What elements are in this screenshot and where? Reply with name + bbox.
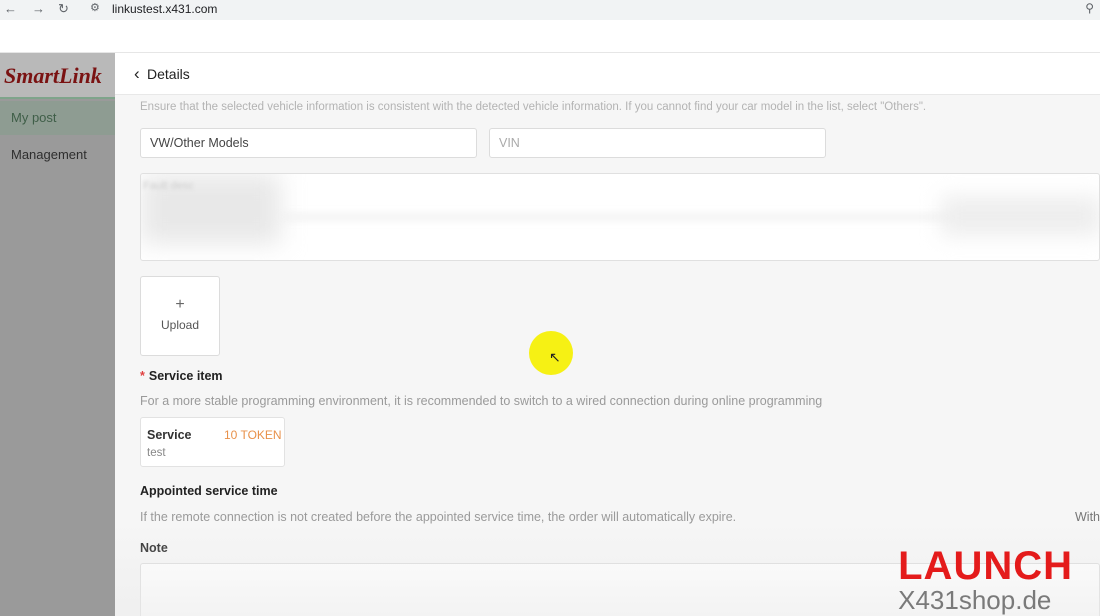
logo: SmartLink bbox=[0, 53, 115, 99]
service-name: Service bbox=[147, 428, 192, 442]
upload-label: Upload bbox=[160, 318, 200, 332]
appointed-time-hint: If the remote connection is not created … bbox=[140, 510, 737, 524]
blur-overlay bbox=[941, 196, 1099, 236]
sidebar-item-management[interactable]: Management bbox=[0, 138, 115, 172]
reload-icon[interactable]: ↻ bbox=[58, 1, 69, 17]
forward-arrow-icon[interactable]: → bbox=[32, 1, 45, 17]
password-key-icon[interactable]: ⚲ bbox=[1085, 1, 1094, 15]
details-panel: ‹ Details Ensure that the selected vehic… bbox=[115, 53, 1100, 616]
service-item-title: Service item bbox=[148, 369, 223, 383]
watermark: LAUNCH X431shop.de bbox=[898, 546, 1073, 614]
address-bar[interactable]: linkustest.x431.com bbox=[112, 2, 217, 16]
cursor-icon: ↖ bbox=[549, 349, 561, 365]
appointed-time-title: Appointed service time bbox=[140, 484, 278, 498]
page-title: Details bbox=[147, 66, 190, 82]
plus-icon: + bbox=[175, 296, 185, 313]
site-settings-icon[interactable]: ⚙ bbox=[90, 1, 100, 14]
sidebar-item-my-post[interactable]: My post bbox=[0, 101, 115, 135]
service-description: test bbox=[147, 447, 166, 459]
logo-text: SmartLink bbox=[4, 63, 102, 88]
fault-description-label: Fault desc bbox=[143, 180, 194, 192]
watermark-brand: LAUNCH bbox=[898, 544, 1073, 588]
required-asterisk-icon: * bbox=[140, 369, 145, 383]
vehicle-model-select[interactable]: VW/Other Models bbox=[140, 128, 477, 158]
sidebar: SmartLink My post Management bbox=[0, 53, 115, 616]
service-price: 10 TOKEN bbox=[224, 428, 282, 442]
chevron-left-icon[interactable]: ‹ bbox=[134, 65, 140, 82]
page-top-strip bbox=[0, 20, 1100, 53]
browser-toolbar: ← → ↻ ⚙ linkustest.x431.com ⚲ bbox=[0, 0, 1100, 20]
vehicle-hint: Ensure that the selected vehicle informa… bbox=[140, 101, 927, 113]
back-arrow-icon[interactable]: ← bbox=[4, 1, 17, 17]
vin-input[interactable]: VIN bbox=[489, 128, 826, 158]
note-title: Note bbox=[140, 541, 168, 555]
blur-overlay bbox=[281, 214, 981, 220]
service-card[interactable]: Service 10 TOKEN test bbox=[140, 417, 285, 467]
with-label: With bbox=[1075, 510, 1100, 524]
service-item-hint: For a more stable programming environmen… bbox=[140, 394, 823, 408]
service-item-heading: * Service item bbox=[140, 369, 223, 383]
details-header: ‹ Details bbox=[115, 53, 1100, 95]
fault-description-field[interactable]: Fault desc bbox=[140, 173, 1100, 261]
watermark-site: X431shop.de bbox=[898, 585, 1052, 615]
upload-button[interactable]: + Upload bbox=[140, 276, 220, 356]
